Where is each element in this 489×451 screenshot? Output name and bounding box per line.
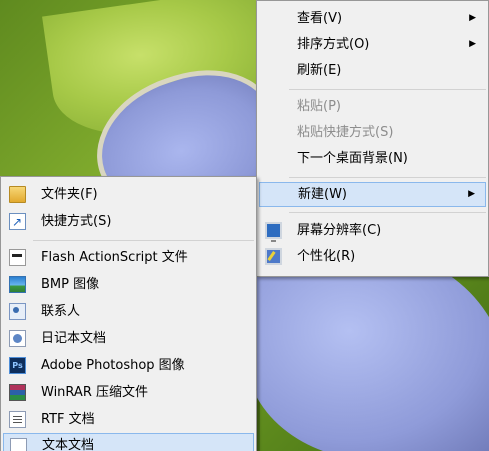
menu-item-view[interactable]: 查看(V) ▶ bbox=[259, 6, 486, 31]
menu-item-label: 联系人 bbox=[41, 304, 81, 319]
photoshop-icon: Ps bbox=[9, 357, 26, 374]
new-journal-document-item[interactable]: 日记本文档 bbox=[3, 326, 254, 351]
new-winrar-archive-item[interactable]: WinRAR 压缩文件 bbox=[3, 380, 254, 405]
winrar-icon bbox=[9, 384, 26, 401]
menu-item-new[interactable]: 新建(W) ▶ bbox=[259, 182, 486, 207]
flash-actionscript-icon bbox=[9, 249, 26, 266]
menu-item-label: 日记本文档 bbox=[41, 331, 107, 346]
menu-item-next-desktop-background[interactable]: 下一个桌面背景(N) bbox=[259, 146, 486, 171]
new-contact-item[interactable]: 联系人 bbox=[3, 299, 254, 324]
bmp-image-icon bbox=[9, 276, 26, 293]
menu-separator bbox=[289, 177, 486, 178]
menu-item-label: 粘贴快捷方式(S) bbox=[297, 125, 394, 140]
new-submenu: 文件夹(F) 快捷方式(S) Flash ActionScript 文件 BMP… bbox=[0, 176, 257, 451]
menu-item-label: 刷新(E) bbox=[297, 63, 342, 78]
new-text-document-item[interactable]: 文本文档 bbox=[3, 433, 254, 451]
menu-item-label: WinRAR 压缩文件 bbox=[41, 385, 148, 400]
personalize-icon bbox=[265, 248, 282, 265]
journal-document-icon bbox=[9, 330, 26, 347]
menu-item-label: Adobe Photoshop 图像 bbox=[41, 358, 185, 373]
menu-item-personalize[interactable]: 个性化(R) bbox=[259, 244, 486, 269]
menu-item-label: 屏幕分辨率(C) bbox=[297, 223, 382, 238]
contact-icon bbox=[9, 303, 26, 320]
menu-item-paste-shortcut[interactable]: 粘贴快捷方式(S) bbox=[259, 120, 486, 145]
rtf-document-icon bbox=[9, 411, 26, 428]
menu-separator bbox=[33, 240, 254, 241]
shortcut-icon bbox=[9, 210, 26, 235]
menu-item-screen-resolution[interactable]: 屏幕分辨率(C) bbox=[259, 218, 486, 243]
menu-item-label: 个性化(R) bbox=[297, 249, 356, 264]
submenu-arrow-icon: ▶ bbox=[469, 13, 476, 23]
submenu-arrow-icon: ▶ bbox=[469, 39, 476, 49]
new-folder-item[interactable]: 文件夹(F) bbox=[3, 182, 254, 207]
folder-icon bbox=[9, 186, 26, 203]
new-bmp-image-item[interactable]: BMP 图像 bbox=[3, 272, 254, 297]
menu-separator bbox=[289, 212, 486, 213]
text-document-icon bbox=[10, 438, 27, 451]
menu-item-label: BMP 图像 bbox=[41, 277, 100, 292]
new-rtf-document-item[interactable]: RTF 文档 bbox=[3, 407, 254, 432]
menu-item-sort-by[interactable]: 排序方式(O) ▶ bbox=[259, 32, 486, 57]
submenu-arrow-icon: ▶ bbox=[468, 189, 475, 199]
menu-separator bbox=[289, 89, 486, 90]
menu-item-refresh[interactable]: 刷新(E) bbox=[259, 58, 486, 83]
desktop-context-menu: 查看(V) ▶ 排序方式(O) ▶ 刷新(E) 粘贴(P) 粘贴快捷方式(S) … bbox=[256, 0, 489, 277]
menu-item-label: Flash ActionScript 文件 bbox=[41, 250, 188, 265]
menu-item-label: 查看(V) bbox=[297, 11, 343, 26]
menu-item-label: 下一个桌面背景(N) bbox=[297, 151, 408, 166]
menu-item-label: 排序方式(O) bbox=[297, 37, 370, 52]
menu-item-label: 新建(W) bbox=[298, 187, 347, 202]
screen-resolution-icon bbox=[265, 222, 282, 242]
desktop[interactable]: 查看(V) ▶ 排序方式(O) ▶ 刷新(E) 粘贴(P) 粘贴快捷方式(S) … bbox=[0, 0, 489, 451]
new-photoshop-image-item[interactable]: Ps Adobe Photoshop 图像 bbox=[3, 353, 254, 378]
new-flash-actionscript-item[interactable]: Flash ActionScript 文件 bbox=[3, 245, 254, 270]
menu-item-label: 快捷方式(S) bbox=[41, 214, 112, 229]
menu-item-label: RTF 文档 bbox=[41, 412, 95, 427]
menu-item-paste[interactable]: 粘贴(P) bbox=[259, 94, 486, 119]
menu-item-label: 文本文档 bbox=[42, 438, 95, 451]
menu-item-label: 文件夹(F) bbox=[41, 187, 98, 202]
new-shortcut-item[interactable]: 快捷方式(S) bbox=[3, 209, 254, 235]
menu-item-label: 粘贴(P) bbox=[297, 99, 341, 114]
